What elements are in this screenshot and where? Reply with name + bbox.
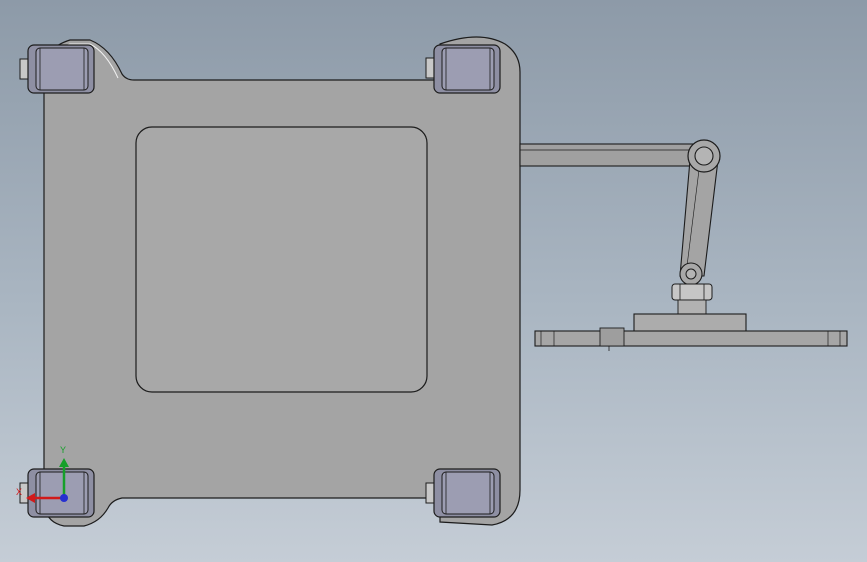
z-axis-dot xyxy=(60,494,68,502)
horizontal-arm[interactable] xyxy=(519,143,703,167)
bottom-base-plate[interactable] xyxy=(534,327,848,351)
caster-wheel-bottom-left[interactable] xyxy=(19,468,95,518)
recessed-panel[interactable] xyxy=(135,126,428,393)
link-arm[interactable] xyxy=(679,159,719,277)
cad-3d-viewport[interactable]: Y X xyxy=(0,0,867,562)
mounting-block[interactable] xyxy=(633,313,747,333)
model-drawing: Y X xyxy=(16,36,848,527)
y-axis-label: Y xyxy=(60,445,66,455)
top-pivot-joint[interactable] xyxy=(687,139,721,173)
caster-wheel-top-right[interactable] xyxy=(425,44,501,94)
caster-wheel-top-left[interactable] xyxy=(19,44,95,94)
x-axis-label: X xyxy=(16,487,22,497)
caster-wheel-bottom-right[interactable] xyxy=(425,468,501,518)
bottom-pivot-joint[interactable] xyxy=(671,262,713,315)
